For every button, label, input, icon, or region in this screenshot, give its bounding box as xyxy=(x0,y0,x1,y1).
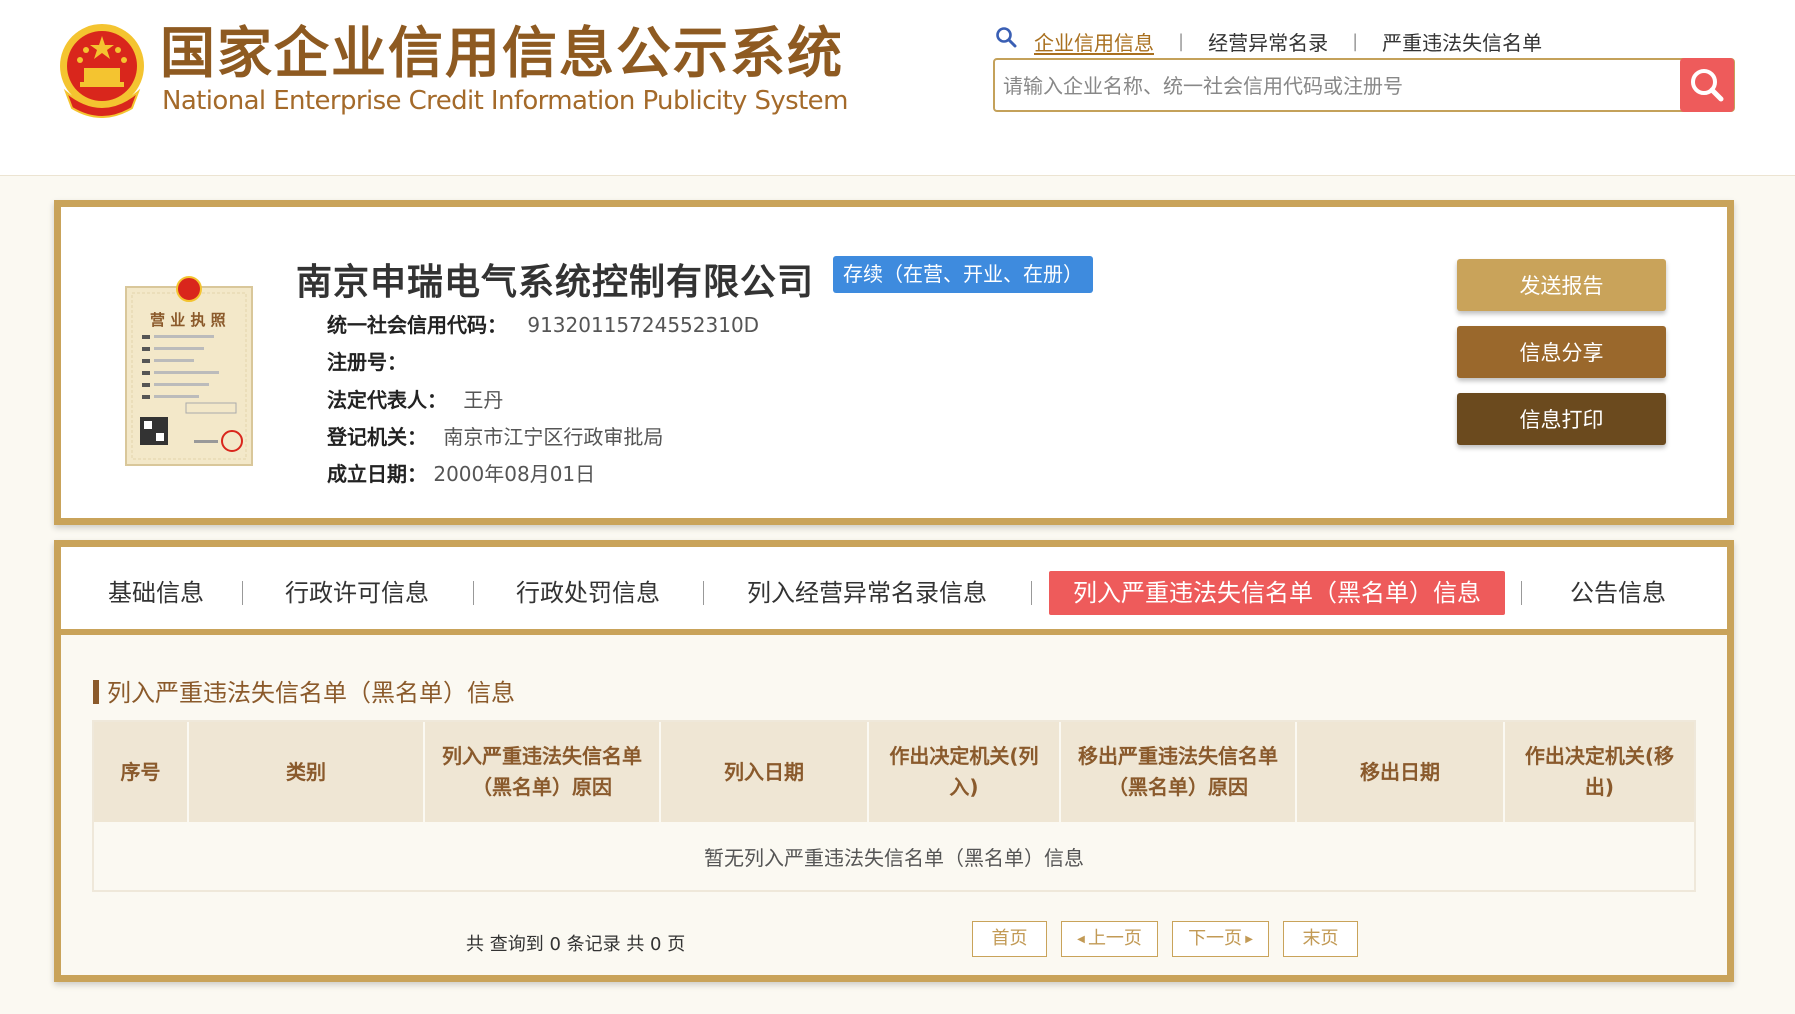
search-box xyxy=(993,58,1735,112)
site-title: 国家企业信用信息公示系统 xyxy=(160,21,845,85)
site-header: 国家企业信用信息公示系统 National Enterprise Credit … xyxy=(0,0,1795,176)
chevron-right-icon: ▶ xyxy=(1242,934,1253,945)
column-header: 移出日期 xyxy=(1297,722,1505,822)
search-icon xyxy=(996,27,1017,48)
founded-label: 成立日期： xyxy=(327,462,427,486)
tab-admin-license[interactable]: 行政许可信息 xyxy=(285,571,429,615)
legal-rep-label: 法定代表人： xyxy=(327,388,447,412)
next-page-label: 下一页 xyxy=(1188,928,1243,949)
table-header: 序号 类别 列入严重违法失信名单（黑名单）原因 列入日期 作出决定机关(列入) … xyxy=(94,722,1694,822)
next-page-button[interactable]: 下一页 ▶ xyxy=(1172,921,1269,957)
tab-separator xyxy=(1521,581,1522,605)
authority-value: 南京市江宁区行政审批局 xyxy=(443,425,664,449)
tab-abnormal-list[interactable]: 列入经营异常名录信息 xyxy=(747,571,987,615)
search-tab-blacklist[interactable]: 严重违法失信名单 xyxy=(1382,27,1542,56)
send-report-button[interactable]: 发送报告 xyxy=(1457,259,1666,311)
section-title-text: 列入严重违法失信名单（黑名单）信息 xyxy=(107,679,515,707)
tab-separator xyxy=(1031,581,1032,605)
national-emblem-icon xyxy=(60,24,144,118)
tab-basic-info[interactable]: 基础信息 xyxy=(108,571,204,615)
legal-rep-row: 法定代表人： 王丹 xyxy=(327,386,503,414)
blacklist-table: 序号 类别 列入严重违法失信名单（黑名单）原因 列入日期 作出决定机关(列入) … xyxy=(92,720,1696,892)
search-tab-enterprise-credit[interactable]: 企业信用信息 xyxy=(1034,27,1154,56)
column-header: 类别 xyxy=(189,722,425,822)
legal-rep-value: 王丹 xyxy=(463,388,504,412)
business-license-icon xyxy=(125,276,253,466)
blacklist-section: 列入严重违法失信名单（黑名单）信息 序号 类别 列入严重违法失信名单（黑名单）原… xyxy=(61,635,1727,975)
tab-separator xyxy=(242,581,243,605)
reg-no-label: 注册号： xyxy=(327,350,407,374)
tab-admin-penalty[interactable]: 行政处罚信息 xyxy=(516,571,660,615)
site-subtitle: National Enterprise Credit Information P… xyxy=(162,86,848,116)
license-caption: 营 业 执 照 xyxy=(150,311,226,329)
column-header: 序号 xyxy=(94,722,189,822)
tab-separator: | xyxy=(1178,30,1185,52)
tab-announcements[interactable]: 公告信息 xyxy=(1570,571,1666,615)
empty-table-message: 暂无列入严重违法失信名单（黑名单）信息 xyxy=(94,822,1694,890)
prev-page-button[interactable]: ◀ 上一页 xyxy=(1061,921,1158,957)
company-name: 南京申瑞电气系统控制有限公司 xyxy=(296,262,815,303)
search-input[interactable] xyxy=(1003,68,1663,104)
founded-value: 2000年08月01日 xyxy=(433,462,596,486)
tab-separator: | xyxy=(1352,30,1359,52)
section-title: 列入严重违法失信名单（黑名单）信息 xyxy=(93,673,515,708)
prev-page-label: 上一页 xyxy=(1087,928,1142,949)
reg-no-row: 注册号： xyxy=(327,348,407,376)
founded-row: 成立日期： 2000年08月01日 xyxy=(327,460,595,488)
credit-code-value: 91320115724552310D xyxy=(527,313,760,337)
section-title-marker xyxy=(93,680,99,704)
credit-code-label: 统一社会信用代码： xyxy=(327,313,507,337)
info-tabs: 基础信息 行政许可信息 行政处罚信息 列入经营异常名录信息 列入严重违法失信名单… xyxy=(61,547,1727,635)
tab-separator xyxy=(473,581,474,605)
column-header: 列入日期 xyxy=(661,722,869,822)
pagination-summary: 共 查询到 0 条记录 共 0 页 xyxy=(466,934,686,955)
chevron-left-icon: ◀ xyxy=(1077,934,1088,945)
column-header: 列入严重违法失信名单（黑名单）原因 xyxy=(425,722,661,822)
search-button[interactable] xyxy=(1680,58,1734,112)
authority-row: 登记机关： 南京市江宁区行政审批局 xyxy=(327,423,663,451)
search-tab-abnormal-list[interactable]: 经营异常名录 xyxy=(1208,27,1328,56)
print-info-button[interactable]: 信息打印 xyxy=(1457,393,1666,445)
column-header: 作出决定机关(移出) xyxy=(1524,744,1675,799)
last-page-button[interactable]: 末页 xyxy=(1283,921,1358,957)
column-header: 作出决定机关(列入) xyxy=(869,722,1061,822)
share-info-button[interactable]: 信息分享 xyxy=(1457,326,1666,378)
detail-card: 基础信息 行政许可信息 行政处罚信息 列入经营异常名录信息 列入严重违法失信名单… xyxy=(54,540,1734,982)
column-header: 移出严重违法失信名单（黑名单）原因 xyxy=(1061,722,1297,822)
tab-separator xyxy=(703,581,704,605)
credit-code-row: 统一社会信用代码： 91320115724552310D xyxy=(327,311,759,339)
status-badge: 存续（在营、开业、在册） xyxy=(833,256,1093,293)
search-type-tabs: 企业信用信息 | 经营异常名录 | 严重违法失信名单 xyxy=(994,26,1542,56)
tab-blacklist[interactable]: 列入严重违法失信名单（黑名单）信息 xyxy=(1049,571,1505,615)
company-info-card: 营 业 执 照 南京申瑞电气系统控制有限公司 存续（在营、开业、在册） 统一社会… xyxy=(54,200,1734,525)
search-icon xyxy=(1691,69,1724,102)
authority-label: 登记机关： xyxy=(327,425,427,449)
first-page-button[interactable]: 首页 xyxy=(972,921,1047,957)
